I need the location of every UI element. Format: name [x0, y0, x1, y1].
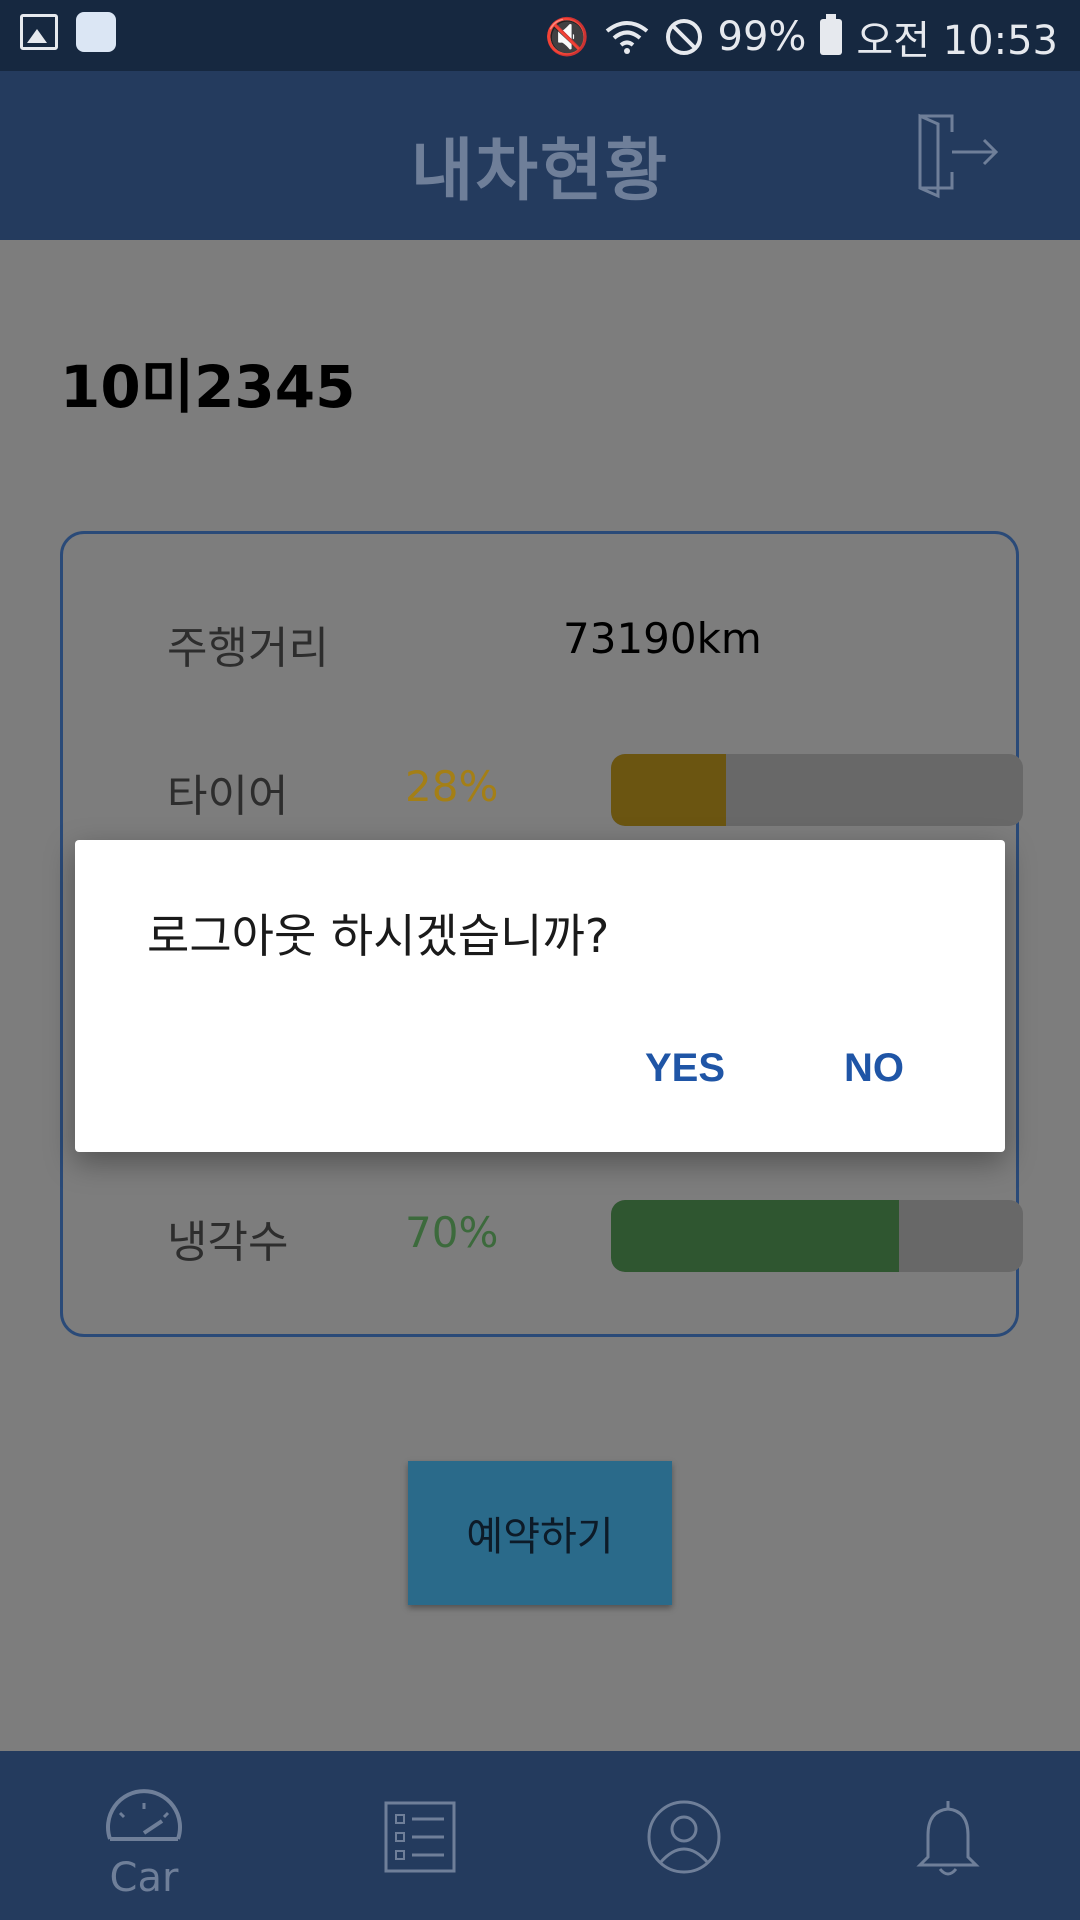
list-icon	[384, 1801, 456, 1873]
nav-item-profile[interactable]	[624, 1777, 744, 1897]
status-indicators: 🔇 99% 오전 10:53	[545, 8, 1058, 66]
mileage-label: 주행거리	[167, 623, 329, 674]
wifi-icon	[605, 21, 648, 54]
battery-percent: 99%	[717, 14, 807, 60]
tire-label: 타이어	[167, 771, 289, 822]
tire-progress-fill	[611, 754, 727, 826]
nav-label-car: Car	[109, 1855, 179, 1901]
gallery-notification-icon	[20, 14, 58, 50]
bottom-navigation: Car	[0, 1751, 1080, 1920]
battery-icon	[820, 14, 843, 55]
nav-item-car[interactable]: Car	[84, 1777, 204, 1901]
status-bar: 🔇 99% 오전 10:53	[0, 0, 1080, 71]
status-notifications	[20, 12, 116, 52]
tire-progress-bar	[611, 754, 1023, 826]
coolant-percent: 70%	[405, 1208, 499, 1257]
mileage-value: 73190km	[563, 614, 762, 663]
mute-icon: 🔇	[544, 17, 590, 58]
logout-icon[interactable]	[912, 110, 1002, 200]
coolant-progress-bar	[611, 1200, 1023, 1272]
do-not-disturb-icon	[665, 19, 702, 55]
nav-item-list[interactable]	[360, 1777, 480, 1897]
coolant-progress-fill	[611, 1200, 900, 1272]
yes-button[interactable]: YES	[645, 1046, 725, 1091]
clock: 오전 10:53	[856, 18, 1058, 64]
reserve-button[interactable]: 예약하기	[408, 1461, 672, 1605]
bell-icon	[916, 1801, 980, 1876]
logout-dialog: 로그아웃 하시겠습니까? YES NO	[75, 840, 1005, 1152]
nav-item-notifications[interactable]	[888, 1777, 1008, 1897]
coolant-label: 냉각수	[167, 1217, 289, 1268]
tire-percent: 28%	[405, 762, 499, 811]
dialog-message: 로그아웃 하시겠습니까?	[147, 909, 610, 963]
no-button[interactable]: NO	[844, 1046, 904, 1091]
app-notification-icon	[76, 12, 116, 52]
speedometer-icon	[106, 1789, 182, 1841]
license-plate: 10미2345	[60, 353, 356, 421]
profile-icon	[647, 1800, 721, 1874]
